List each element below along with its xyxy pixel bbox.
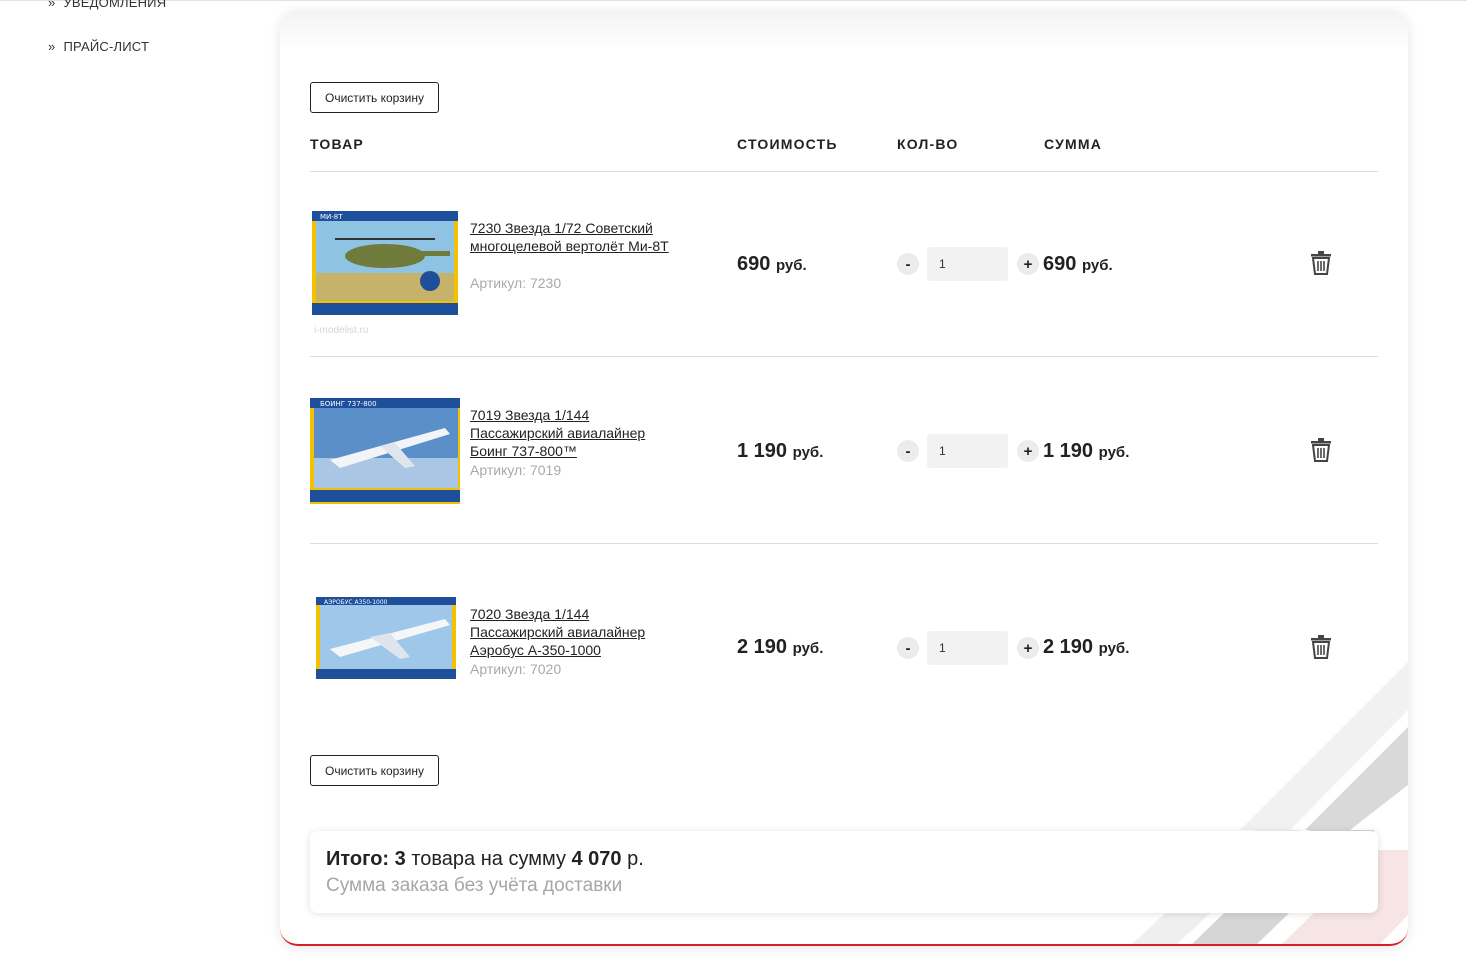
- sum-value: 690: [1043, 253, 1077, 275]
- product-price: 1 190 руб.: [737, 440, 823, 463]
- sidebar-item-label: ПРАЙС-ЛИСТ: [63, 38, 150, 54]
- bullet-icon: »: [48, 38, 56, 54]
- column-header-sum: СУММА: [1044, 136, 1103, 152]
- total-summary: Итого: 3 товара на сумму 4 070 р.: [326, 848, 644, 871]
- product-sku: Артикул: 7020: [470, 661, 562, 677]
- clear-cart-button-bottom[interactable]: Очистить корзину: [310, 755, 439, 786]
- panel-top-shade: [280, 10, 1408, 50]
- decrease-qty-button[interactable]: -: [897, 253, 919, 275]
- trash-icon[interactable]: [1310, 438, 1332, 462]
- product-sku: Артикул: 7019: [470, 462, 562, 478]
- price-value: 1 190: [737, 440, 788, 462]
- total-amount: 4 070: [571, 848, 622, 870]
- price-currency: руб.: [775, 257, 807, 274]
- total-count: 3: [394, 848, 406, 870]
- quantity-input[interactable]: [927, 247, 1008, 281]
- column-header-product: ТОВАР: [310, 136, 364, 152]
- product-image[interactable]: АЭРОБУС A350-1000: [310, 597, 460, 681]
- row-sum: 2 190 руб.: [1043, 636, 1129, 659]
- row-sum: 690 руб.: [1043, 253, 1113, 276]
- cart-row: БОИНГ 737-800 7019 Звезда 1/144 Пассажир…: [310, 358, 1378, 544]
- sidebar-item-price-list[interactable]: » ПРАЙС-ЛИСТ: [48, 36, 248, 56]
- total-label: Итого:: [326, 848, 390, 870]
- total-note: Сумма заказа без учёта доставки: [326, 875, 623, 896]
- sum-currency: руб.: [1098, 640, 1130, 657]
- bullet-icon: »: [48, 0, 56, 10]
- total-currency: р.: [627, 848, 644, 870]
- column-header-price: СТОИМОСТЬ: [737, 136, 838, 152]
- cart-row: АЭРОБУС A350-1000 7020 Звезда 1/144 Пасс…: [310, 545, 1378, 731]
- product-name-link[interactable]: 7019 Звезда 1/144 Пассажирский авиалайне…: [470, 406, 670, 460]
- image-watermark: i-modelist.ru: [314, 325, 369, 336]
- cart-panel: Очистить корзину ТОВАР СТОИМОСТЬ КОЛ-ВО …: [280, 10, 1408, 946]
- box-label: БОИНГ 737-800: [320, 400, 377, 408]
- cart-table-header: ТОВАР СТОИМОСТЬ КОЛ-ВО СУММА: [310, 134, 1378, 172]
- total-text: товара на сумму: [411, 848, 566, 870]
- sidebar-item-notifications[interactable]: » УВЕДОМЛЕНИЯ: [48, 0, 248, 12]
- decrease-qty-button[interactable]: -: [897, 440, 919, 462]
- clear-cart-button-top[interactable]: Очистить корзину: [310, 82, 439, 113]
- price-value: 2 190: [737, 636, 788, 658]
- product-image[interactable]: БОИНГ 737-800: [310, 398, 460, 506]
- sum-currency: руб.: [1098, 444, 1130, 461]
- cart-total-box: Итого: 3 товара на сумму 4 070 р. Сумма …: [310, 831, 1378, 913]
- sum-value: 1 190: [1043, 440, 1094, 462]
- product-price: 690 руб.: [737, 253, 807, 276]
- trash-icon[interactable]: [1310, 635, 1332, 659]
- box-label: АЭРОБУС A350-1000: [324, 599, 388, 606]
- quantity-input[interactable]: [927, 434, 1008, 468]
- sum-value: 2 190: [1043, 636, 1094, 658]
- trash-icon[interactable]: [1310, 251, 1332, 275]
- cart-row: МИ-8Т i-modelist.ru 7230 Звезда 1/72 Сов…: [310, 171, 1378, 357]
- product-sku: Артикул: 7230: [470, 275, 562, 291]
- quantity-input[interactable]: [927, 631, 1008, 665]
- product-name-link[interactable]: 7020 Звезда 1/144 Пассажирский авиалайне…: [470, 605, 670, 659]
- price-currency: руб.: [792, 640, 824, 657]
- sidebar: » УВЕДОМЛЕНИЯ » ПРАЙС-ЛИСТ: [48, 0, 248, 56]
- product-image[interactable]: МИ-8Т: [310, 211, 460, 319]
- price-value: 690: [737, 253, 771, 275]
- increase-qty-button[interactable]: +: [1017, 253, 1039, 275]
- sum-currency: руб.: [1081, 257, 1113, 274]
- column-header-qty: КОЛ-ВО: [897, 136, 959, 152]
- increase-qty-button[interactable]: +: [1017, 637, 1039, 659]
- product-name-link[interactable]: 7230 Звезда 1/72 Советский многоцелевой …: [470, 219, 670, 255]
- row-sum: 1 190 руб.: [1043, 440, 1129, 463]
- sidebar-item-label: УВЕДОМЛЕНИЯ: [63, 0, 167, 10]
- increase-qty-button[interactable]: +: [1017, 440, 1039, 462]
- box-label: МИ-8Т: [320, 213, 343, 221]
- decrease-qty-button[interactable]: -: [897, 637, 919, 659]
- product-price: 2 190 руб.: [737, 636, 823, 659]
- price-currency: руб.: [792, 444, 824, 461]
